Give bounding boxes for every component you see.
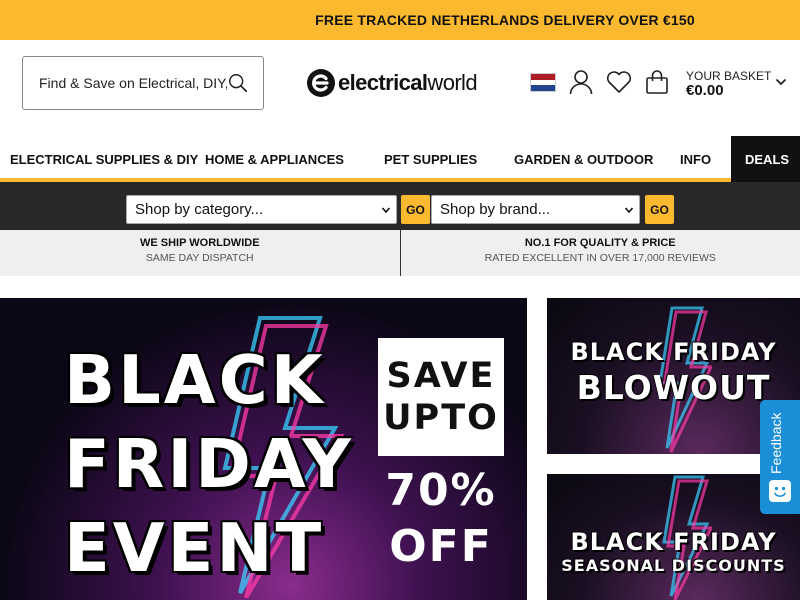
percent-text: 70% [385,465,497,516]
usp-title: NO.1 FOR QUALITY & PRICE [524,237,676,249]
logo-text-bold: electrical [338,70,428,95]
main-nav: ELECTRICAL SUPPLIES & DIY HOME & APPLIAN… [0,136,800,182]
side-banner-line1: BLACK FRIDAY [570,338,777,366]
category-select-value: Shop by category... [135,201,264,218]
logo-text: electricalworld [338,70,478,96]
usp-worldwide: WE SHIP WORLDWIDE SAME DAY DISPATCH [0,230,400,276]
nav-home-appliances[interactable]: HOME & APPLIANCES [205,136,344,182]
search-input[interactable] [39,75,227,91]
nav-deals[interactable]: DEALS [731,136,800,182]
chevron-down-icon[interactable] [775,77,787,87]
logo-mark-icon [307,69,335,97]
site-header: electricalworld YOUR BASKET €0.00 [0,40,800,136]
basket-summary[interactable]: YOUR BASKET €0.00 [686,70,771,98]
side-banner-line2: SEASONAL DISCOUNTS [561,556,786,575]
netherlands-flag-icon[interactable] [530,73,556,92]
usp-quality: NO.1 FOR QUALITY & PRICE RATED EXCELLENT… [399,230,800,276]
nav-pet-supplies[interactable]: PET SUPPLIES [384,136,477,182]
select-arrow-icon [624,207,634,214]
nav-info[interactable]: INFO [680,136,711,182]
black-friday-event-banner[interactable]: BLACK FRIDAY EVENT SAVE UPTO 70% OFF [0,298,527,600]
site-logo[interactable]: electricalworld [306,68,478,98]
save-upto-box: SAVE UPTO [378,338,504,456]
upto-text: UPTO [383,398,499,438]
event-headline: BLACK FRIDAY EVENT [64,338,354,590]
nav-garden-outdoor[interactable]: GARDEN & OUTDOOR [514,136,653,182]
basket-label: YOUR BASKET [686,69,772,83]
usp-bar: WE SHIP WORLDWIDE SAME DAY DISPATCH NO.1… [0,230,800,276]
feedback-label: Feedback [768,412,784,474]
off-word: OFF [389,521,493,572]
promo-bar: FREE TRACKED NETHERLANDS DELIVERY OVER €… [0,0,800,40]
brand-select-value: Shop by brand... [440,201,551,218]
usp-subtitle: RATED EXCELLENT IN OVER 17,000 REVIEWS [484,252,716,264]
select-arrow-icon [381,207,391,214]
headline-line: BLACK [64,341,326,419]
feedback-tab[interactable]: Feedback [760,400,800,514]
discount-text: 70% OFF [378,463,504,575]
headline-line: FRIDAY [64,425,354,503]
basket-icon[interactable] [645,70,669,95]
logo-text-light: world [427,70,477,95]
category-go-button[interactable]: GO [401,195,430,224]
brand-select[interactable]: Shop by brand... [431,195,640,224]
headline-line: EVENT [64,509,325,587]
basket-total: €0.00 [686,82,724,99]
side-banner-line1: BLACK FRIDAY [570,528,777,556]
nav-electrical-supplies[interactable]: ELECTRICAL SUPPLIES & DIY [10,136,198,182]
usp-title: WE SHIP WORLDWIDE [139,237,260,249]
search-icon[interactable] [227,72,249,94]
usp-subtitle: SAME DAY DISPATCH [145,252,254,264]
smiley-icon [769,480,791,502]
save-text: SAVE [386,356,496,396]
brand-go-button[interactable]: GO [645,195,674,224]
promo-text: FREE TRACKED NETHERLANDS DELIVERY OVER €… [315,12,695,28]
search-box[interactable] [22,56,264,110]
account-icon[interactable] [569,69,593,95]
shop-filter-bar: Shop by category... GO Shop by brand... … [0,182,800,230]
wishlist-heart-icon[interactable] [606,70,632,94]
category-select[interactable]: Shop by category... [126,195,397,224]
